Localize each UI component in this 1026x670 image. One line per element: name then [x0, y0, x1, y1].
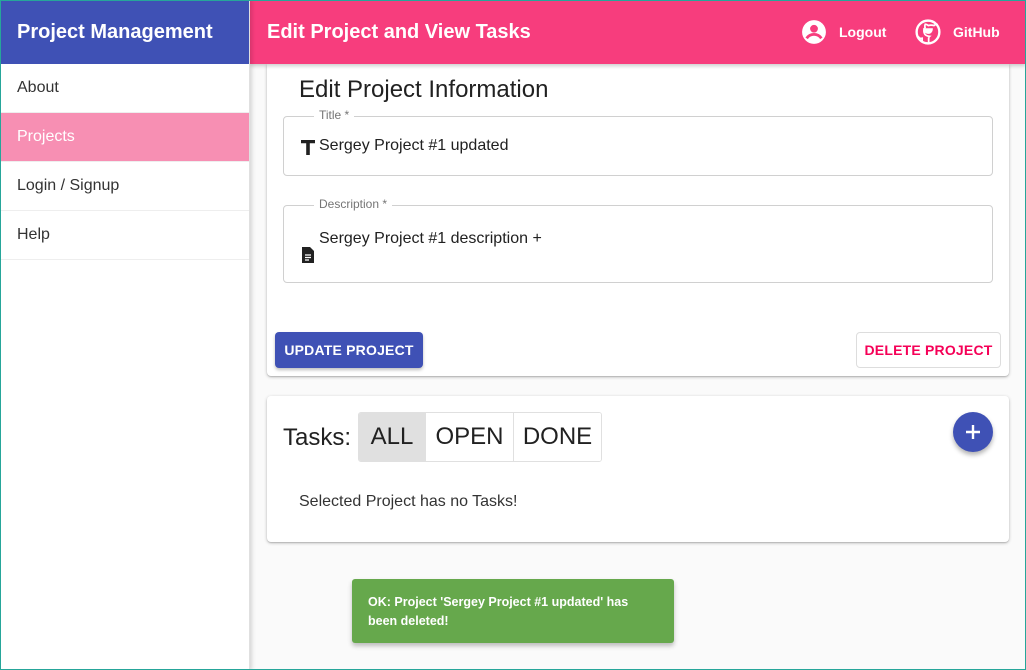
edit-project-card: Edit Project Information Title * Descrip…: [267, 64, 1009, 376]
description-field[interactable]: Description * Sergey Project #1 descript…: [283, 197, 993, 283]
github-icon: [915, 19, 941, 45]
add-task-button[interactable]: [953, 412, 993, 452]
description-input[interactable]: Sergey Project #1 description +: [319, 230, 959, 248]
filter-open-button[interactable]: OPEN: [426, 413, 514, 461]
sidebar: Project Management About Projects Login …: [0, 0, 250, 670]
filter-all-button[interactable]: ALL: [359, 413, 426, 461]
title-field-label: Title *: [314, 108, 355, 122]
edit-project-heading: Edit Project Information: [299, 76, 549, 103]
app-bar: Edit Project and View Tasks Logout GitHu…: [250, 0, 1026, 64]
sidebar-item-projects[interactable]: Projects: [0, 113, 249, 162]
document-icon: [302, 247, 314, 263]
tasks-card: Tasks: ALL OPEN DONE Selected Project ha…: [267, 396, 1009, 542]
task-filter-group: ALL OPEN DONE: [358, 412, 602, 462]
filter-done-button[interactable]: DONE: [514, 413, 601, 461]
delete-project-button[interactable]: DELETE PROJECT: [856, 332, 1001, 368]
description-field-label: Description *: [314, 197, 393, 211]
update-project-button[interactable]: UPDATE PROJECT: [275, 332, 423, 368]
no-tasks-message: Selected Project has no Tasks!: [299, 493, 518, 510]
github-label: GitHub: [953, 24, 1000, 40]
success-snackbar: OK: Project 'Sergey Project #1 updated' …: [352, 579, 674, 643]
sidebar-title: Project Management: [0, 0, 249, 64]
sidebar-item-help[interactable]: Help: [0, 211, 249, 260]
account-circle-icon: [802, 20, 826, 44]
logout-button[interactable]: Logout: [801, 0, 886, 64]
github-button[interactable]: GitHub: [915, 0, 1000, 64]
tasks-label: Tasks:: [283, 424, 352, 451]
plus-icon: [966, 425, 980, 439]
title-input[interactable]: [319, 137, 959, 155]
text-t-icon: [301, 140, 315, 155]
page-title: Edit Project and View Tasks: [267, 20, 531, 43]
sidebar-item-login-signup[interactable]: Login / Signup: [0, 162, 249, 211]
logout-label: Logout: [839, 24, 887, 40]
snackbar-message: OK: Project 'Sergey Project #1 updated' …: [368, 595, 629, 628]
sidebar-item-about[interactable]: About: [0, 64, 249, 113]
title-field[interactable]: Title *: [283, 108, 993, 176]
